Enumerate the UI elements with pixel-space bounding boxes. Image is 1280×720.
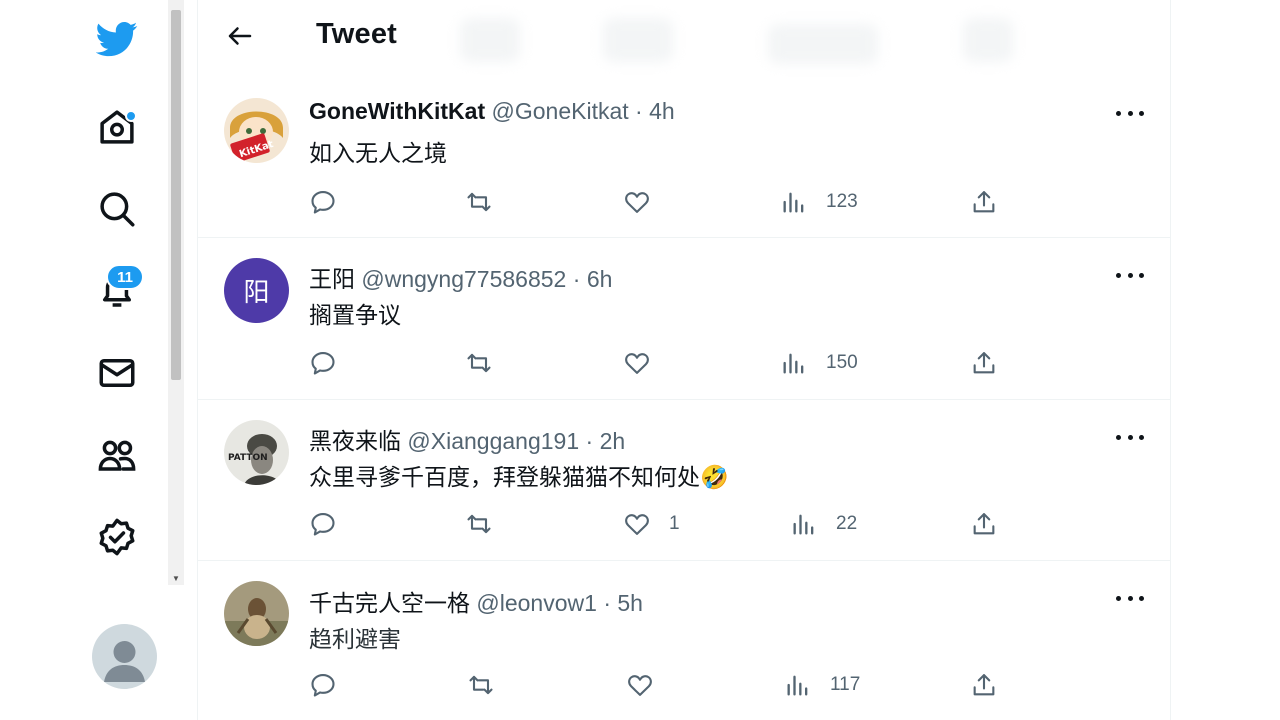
retweet-icon[interactable] [467,669,495,701]
like-icon[interactable] [626,669,672,701]
avatar[interactable] [224,581,289,646]
view-count: 22 [836,513,858,534]
author-handle[interactable]: @wngyng77586852 [361,266,566,292]
back-arrow-icon[interactable] [220,16,260,56]
separator-dot: · [635,98,643,124]
retweet-icon[interactable] [465,347,493,379]
views-icon[interactable]: 22 [790,508,857,540]
timestamp[interactable]: 4h [649,98,675,124]
avatar[interactable]: PATTON [224,420,289,485]
avatar[interactable]: 阳 [224,258,289,323]
view-count: 117 [830,674,861,695]
blurred-region [603,18,673,62]
tweet-text: 众里寻爹千百度，拜登躲猫猫不知何处🤣 [309,464,729,490]
tweet-text: 搁置争议 [309,302,401,328]
timestamp[interactable]: 5h [617,590,643,616]
more-options-icon[interactable] [1116,432,1144,442]
avatar-initial: 阳 [243,277,270,307]
header: Tweet [198,0,1170,76]
separator-dot: · [585,428,594,454]
page-title: Tweet [316,18,398,50]
reply-icon[interactable] [309,186,337,218]
reply-icon[interactable] [309,508,337,540]
views-icon[interactable]: 117 [784,669,860,701]
account-avatar[interactable] [92,624,157,689]
blurred-region [768,24,878,64]
like-icon[interactable] [623,186,669,218]
view-count: 123 [826,191,858,212]
share-icon[interactable] [970,347,998,379]
views-icon[interactable]: 123 [780,186,858,218]
retweet-icon[interactable] [465,186,493,218]
views-icon[interactable]: 150 [780,347,858,379]
view-count: 150 [826,352,858,373]
scrollbar[interactable]: ▼ [168,0,184,585]
author-handle[interactable]: @Xianggang191 [407,428,579,454]
author-name[interactable]: 黑夜来临 [309,428,401,454]
tweet-text: 趋利避害 [309,626,401,652]
reply-tweet[interactable]: KitKat GoneWithKitKat @GoneKitkat · 4h 如… [198,76,1170,238]
scroll-down-arrow-icon[interactable]: ▼ [171,575,181,583]
mail-icon[interactable] [88,344,146,402]
blurred-region [460,18,520,62]
author-name[interactable]: GoneWithKitKat [309,98,485,124]
more-options-icon[interactable] [1116,593,1144,603]
tweet-text: 如入无人之境 [309,140,447,166]
reply-tweet[interactable]: 阳 王阳 @wngyng77586852 · 6h 搁置争议 150 [198,238,1170,400]
home-icon[interactable] [88,98,146,156]
reply-tweet[interactable]: PATTON 黑夜来临 @Xianggang191 · 2h 众里寻爹千百度，拜… [198,400,1170,561]
more-options-icon[interactable] [1116,270,1144,280]
separator-dot: · [572,266,581,292]
share-icon[interactable] [970,186,998,218]
retweet-icon[interactable] [465,508,493,540]
share-icon[interactable] [970,508,998,540]
twitter-logo-icon[interactable] [88,10,146,68]
more-options-icon[interactable] [1116,108,1144,118]
main-column: Tweet KitKat GoneWithKitKat @GoneKitkat … [197,0,1171,720]
left-nav: 11 [0,0,168,720]
like-count: 1 [669,513,680,534]
bell-icon[interactable]: 11 [88,262,146,320]
communities-icon[interactable] [88,426,146,484]
timestamp[interactable]: 2h [600,428,626,454]
like-icon[interactable] [623,347,669,379]
scrollbar-thumb[interactable] [171,10,181,380]
author-handle[interactable]: @GoneKitkat [492,98,629,124]
timestamp[interactable]: 6h [587,266,613,292]
new-posts-dot [125,110,137,122]
author-name[interactable]: 千古完人空一格 [309,590,470,616]
author-name[interactable]: 王阳 [309,266,355,292]
reply-tweet[interactable]: 千古完人空一格 @leonvow1 · 5h 趋利避害 117 [198,561,1170,720]
search-icon[interactable] [88,180,146,238]
notifications-badge: 11 [106,264,144,290]
avatar[interactable]: KitKat [224,98,289,163]
share-icon[interactable] [970,669,998,701]
reply-icon[interactable] [309,347,337,379]
reply-icon[interactable] [309,669,337,701]
author-handle[interactable]: @leonvow1 [476,590,597,616]
verified-icon[interactable] [88,508,146,566]
like-icon[interactable]: 1 [623,508,680,540]
svg-text:PATTON: PATTON [228,453,268,463]
blurred-region [963,18,1013,62]
separator-dot: · [603,590,611,616]
